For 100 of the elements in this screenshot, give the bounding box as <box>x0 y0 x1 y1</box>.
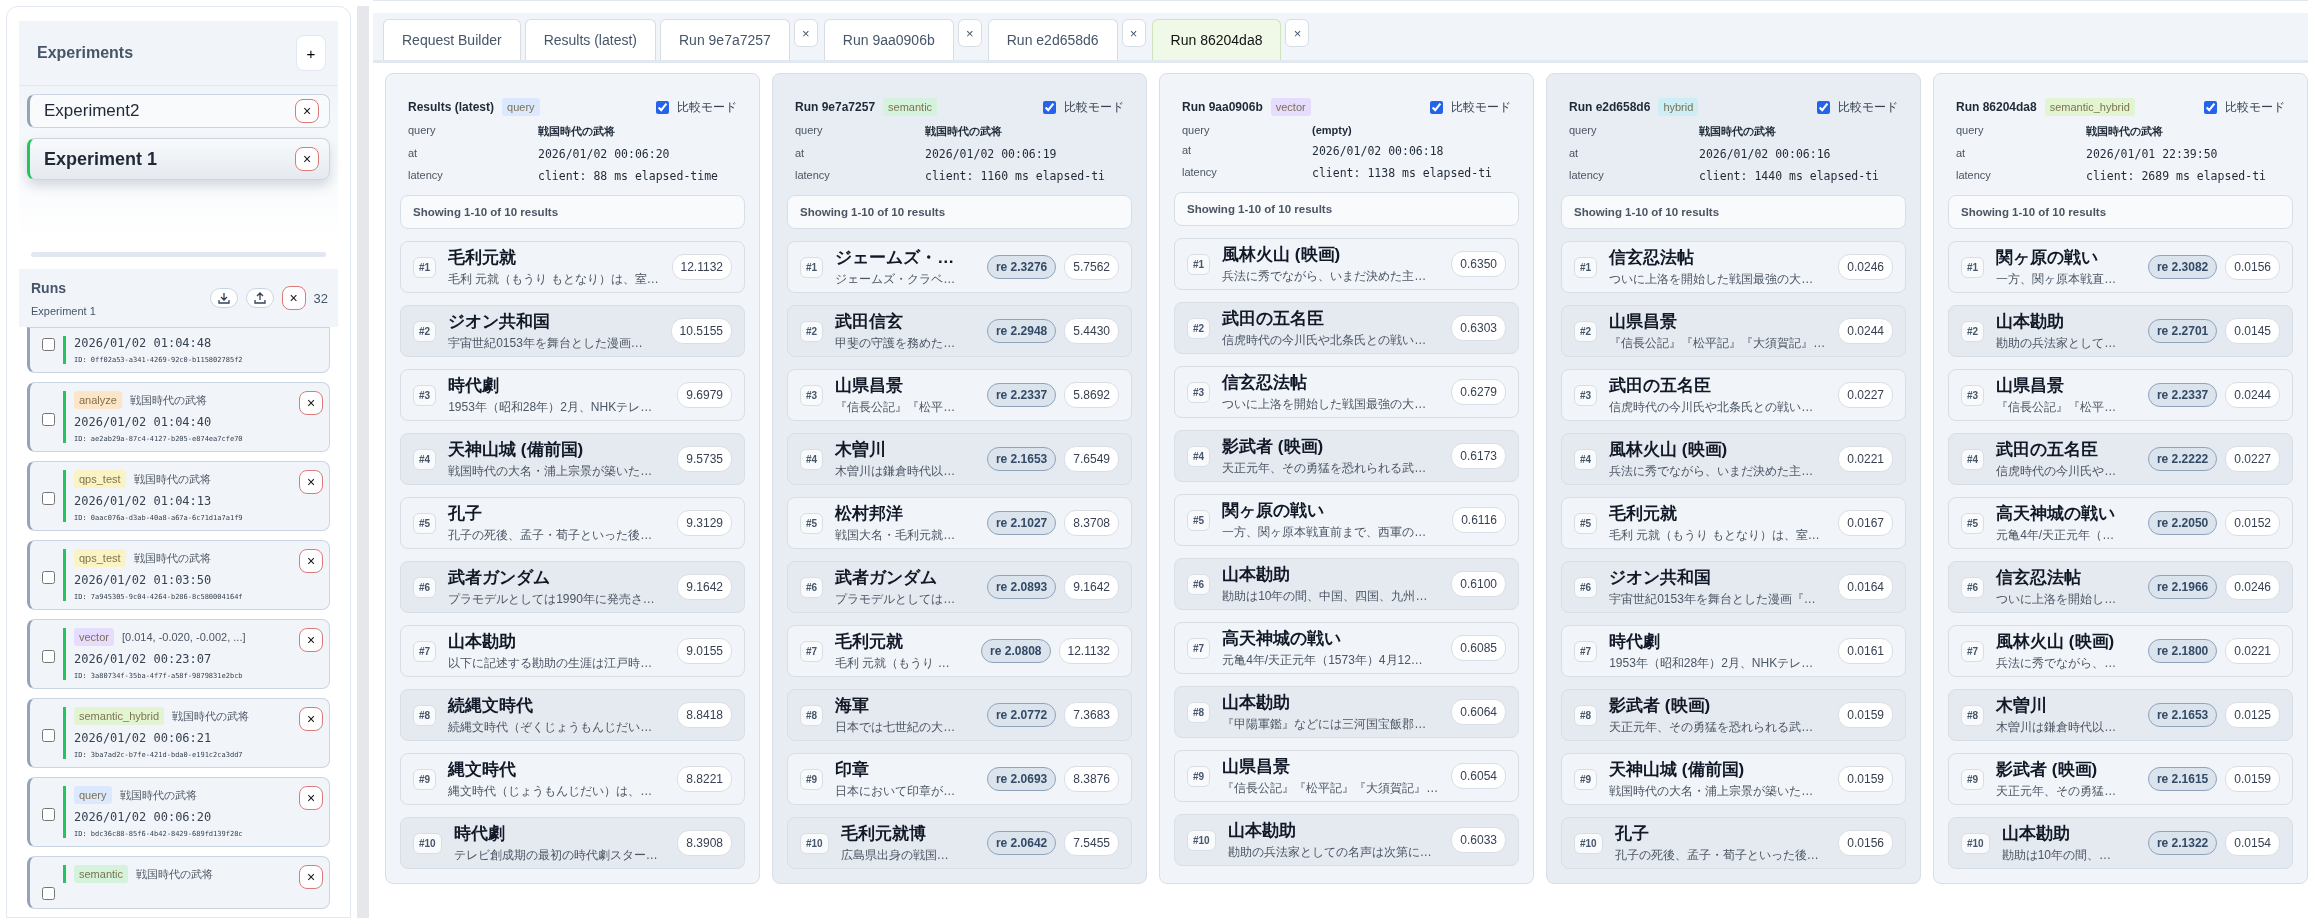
checkbox[interactable] <box>42 338 55 351</box>
result-row[interactable]: #7 高天神城の戦い 元亀4年/天正元年（1573年）4月12… 0.6085 <box>1174 622 1519 674</box>
checkbox[interactable] <box>42 808 55 821</box>
result-row[interactable]: #10 時代劇 テレビ創成期の最初の時代劇スター… 8.3908 <box>400 817 745 869</box>
result-row[interactable]: #7 毛利元就 毛利 元就（もうり … re 2.0808 12.1132 <box>787 625 1132 677</box>
checkbox[interactable] <box>42 413 55 426</box>
tab[interactable]: Run 9e7a7257 <box>660 19 790 60</box>
result-row[interactable]: #9 天神山城 (備前国) 戦国時代の大名・浦上宗景が築いた… 0.0159 <box>1561 753 1906 805</box>
result-snippet: 孔子の死後、孟子・荀子といった後… <box>448 527 654 544</box>
result-row[interactable]: #5 孔子 孔子の死後、孟子・荀子といった後… 9.3129 <box>400 497 745 549</box>
result-row[interactable]: #4 風林火山 (映画) 兵法に秀でながら、いまだ決めた主… 0.0221 <box>1561 433 1906 485</box>
result-row[interactable]: #6 ジオン共和国 宇宙世紀0153年を舞台とした漫画『… 0.0164 <box>1561 561 1906 613</box>
result-row[interactable]: #8 続縄文時代 続縄文時代（ぞくじょうもんじだい… 8.8418 <box>400 689 745 741</box>
result-row[interactable]: #7 山本勘助 以下に記述する勘助の生涯は江戸時… 9.0155 <box>400 625 745 677</box>
result-row[interactable]: #9 山県昌景 『信長公記』『松平記』『大須賀記』… 0.6054 <box>1174 750 1519 802</box>
close-button[interactable]: × <box>299 786 323 810</box>
search-type-tag: query <box>502 98 540 116</box>
field-value: 2026/01/02 00:06:18 <box>1312 144 1445 158</box>
result-row[interactable]: #3 山県昌景 『信長公記』『松平… re 2.2337 5.8692 <box>787 369 1132 421</box>
result-row[interactable]: #8 海軍 日本では七世紀の大… re 2.0772 7.3683 <box>787 689 1132 741</box>
checkbox[interactable] <box>42 729 55 742</box>
run-query: 戦国時代の武将 <box>172 708 250 724</box>
result-row[interactable]: #5 関ヶ原の戦い 一方、関ヶ原本戦直前まで、西軍の… 0.6116 <box>1174 494 1519 546</box>
tab[interactable]: Request Builder <box>383 19 521 60</box>
result-row[interactable]: #10 孔子 孔子の死後、孟子・荀子といった後… 0.0156 <box>1561 817 1906 869</box>
result-row[interactable]: #4 天神山城 (備前国) 戦国時代の大名・浦上宗景が築いた… 9.5735 <box>400 433 745 485</box>
tab[interactable]: Results (latest) <box>524 19 656 60</box>
checkbox[interactable] <box>42 650 55 663</box>
checkbox[interactable] <box>1043 100 1056 114</box>
result-row[interactable]: #3 武田の五名臣 信虎時代の今川氏や北条氏との戦い… 0.0227 <box>1561 369 1906 421</box>
result-row[interactable]: #4 武田の五名臣 信虎時代の今川氏や… re 2.2222 0.0227 <box>1948 433 2293 485</box>
tab[interactable]: Run 86204da8 <box>1151 19 1282 60</box>
run-card[interactable]: semantic 戦国時代の武将 × <box>27 856 330 909</box>
result-row[interactable]: #6 武者ガンダム プラモデルとしては… re 2.0893 9.1642 <box>787 561 1132 613</box>
checkbox[interactable] <box>656 100 669 114</box>
result-row[interactable]: #2 山本勘助 勘助の兵法家として… re 2.2701 0.0145 <box>1948 305 2293 357</box>
close-button[interactable]: × <box>299 628 323 652</box>
tab-close-button[interactable]: × <box>793 19 818 47</box>
close-button[interactable]: × <box>299 707 323 731</box>
result-row[interactable]: #1 風林火山 (映画) 兵法に秀でながら、いまだ決めた主… 0.6350 <box>1174 238 1519 290</box>
section-title: Experiments <box>37 44 134 62</box>
result-row[interactable]: #2 武田の五名臣 信虎時代の今川氏や北条氏との戦い… 0.6303 <box>1174 302 1519 354</box>
tab-close-button[interactable]: × <box>957 19 982 47</box>
upload-button[interactable] <box>245 288 274 308</box>
result-row[interactable]: #1 信玄忍法帖 ついに上洛を開始した戦国最強の大… 0.0246 <box>1561 241 1906 293</box>
result-row[interactable]: #2 ジオン共和国 宇宙世紀0153年を舞台とした漫画… 10.5155 <box>400 305 745 357</box>
close-button[interactable]: × <box>281 286 306 310</box>
result-row[interactable]: #1 毛利元就 毛利 元就（もうり もとなり）は、室… 12.1132 <box>400 241 745 293</box>
result-row[interactable]: #3 時代劇 1953年（昭和28年）2月、NHKテレ… 9.6979 <box>400 369 745 421</box>
result-row[interactable]: #1 ジェームズ・… ジェームズ・クラベ… re 2.3276 5.7562 <box>787 241 1132 293</box>
result-row[interactable]: #2 山県昌景 『信長公記』『松平記』『大須賀記』… 0.0244 <box>1561 305 1906 357</box>
result-row[interactable]: #4 木曽川 木曽川は鎌倉時代以… re 2.1653 7.6549 <box>787 433 1132 485</box>
result-row[interactable]: #8 木曽川 木曽川は鎌倉時代以… re 2.1653 0.0125 <box>1948 689 2293 741</box>
result-row[interactable]: #4 影武者 (映画) 天正元年、その勇猛を恐れられる武… 0.6173 <box>1174 430 1519 482</box>
result-snippet: 以下に記述する勘助の生涯は江戸時… <box>448 655 654 672</box>
result-snippet: 日本では七世紀の大… <box>835 719 957 736</box>
checkbox[interactable] <box>42 571 55 584</box>
download-button[interactable] <box>209 288 238 308</box>
result-row[interactable]: #5 高天神城の戦い 元亀4年/天正元年（… re 2.2050 0.0152 <box>1948 497 2293 549</box>
result-row[interactable]: #5 松村邦洋 戦国大名・毛利元就… re 2.1027 8.3708 <box>787 497 1132 549</box>
experiment-item[interactable]: Experiment 1 × <box>27 138 330 180</box>
result-row[interactable]: #6 山本勘助 勘助は10年の間、中国、四国、九州… 0.6100 <box>1174 558 1519 610</box>
result-snippet: 1953年（昭和28年）2月、NHKテレ… <box>448 399 654 416</box>
tab[interactable]: Run e2d658d6 <box>987 19 1118 60</box>
checkbox[interactable] <box>42 887 55 900</box>
close-button[interactable]: × <box>299 470 323 494</box>
result-row[interactable]: #6 信玄忍法帖 ついに上洛を開始し… re 2.1966 0.0246 <box>1948 561 2293 613</box>
close-button[interactable]: × <box>299 865 323 889</box>
add-button[interactable]: + <box>296 35 326 71</box>
scrollbar[interactable] <box>357 6 369 918</box>
result-row[interactable]: #10 毛利元就博 広島県出身の戦国… re 2.0642 7.5455 <box>787 817 1132 869</box>
result-row[interactable]: #8 山本勘助 『甲陽軍鑑』などには三河国宝飯郡… 0.6064 <box>1174 686 1519 738</box>
close-button[interactable]: × <box>299 391 323 415</box>
tab-close-button[interactable]: × <box>1285 19 1310 47</box>
checkbox[interactable] <box>1430 100 1443 114</box>
result-row[interactable]: #3 山県昌景 『信長公記』『松平… re 2.2337 0.0244 <box>1948 369 2293 421</box>
checkbox[interactable] <box>2204 100 2217 114</box>
tab-close-button[interactable]: × <box>1121 19 1146 47</box>
rerank-score: re 2.2948 <box>986 319 1057 343</box>
result-row[interactable]: #8 影武者 (映画) 天正元年、その勇猛を恐れられる武… 0.0159 <box>1561 689 1906 741</box>
tab[interactable]: Run 9aa0906b <box>823 19 954 60</box>
result-row[interactable]: #2 武田信玄 甲斐の守護を務めた… re 2.2948 5.4430 <box>787 305 1132 357</box>
close-button[interactable]: × <box>295 147 319 171</box>
result-row[interactable]: #5 毛利元就 毛利 元就（もうり もとなり）は、室… 0.0167 <box>1561 497 1906 549</box>
close-button[interactable]: × <box>295 99 319 123</box>
close-button[interactable]: × <box>299 549 323 573</box>
result-row[interactable]: #7 風林火山 (映画) 兵法に秀でながら、… re 2.1800 0.0221 <box>1948 625 2293 677</box>
result-row[interactable]: #3 信玄忍法帖 ついに上洛を開始した戦国最強の大… 0.6279 <box>1174 366 1519 418</box>
checkbox[interactable] <box>42 492 55 505</box>
score: 12.1132 <box>671 254 732 280</box>
result-row[interactable]: #10 山本勘助 勘助の兵法家としての名声は次第に… 0.6033 <box>1174 814 1519 866</box>
result-row[interactable]: #6 武者ガンダム プラモデルとしては1990年に発売さ… 9.1642 <box>400 561 745 613</box>
experiment-item[interactable]: Experiment2 × <box>27 94 330 128</box>
result-row[interactable]: #7 時代劇 1953年（昭和28年）2月、NHKテレ… 0.0161 <box>1561 625 1906 677</box>
checkbox[interactable] <box>1817 100 1830 114</box>
result-row[interactable]: #9 縄文時代 縄文時代（じょうもんじだい）は、… 8.8221 <box>400 753 745 805</box>
result-row[interactable]: #10 山本勘助 勘助は10年の間、… re 2.1322 0.0154 <box>1948 817 2293 869</box>
result-row[interactable]: #9 影武者 (映画) 天正元年、その勇猛… re 2.1615 0.0159 <box>1948 753 2293 805</box>
result-row[interactable]: #9 印章 日本において印章が… re 2.0693 8.3876 <box>787 753 1132 805</box>
result-row[interactable]: #1 関ヶ原の戦い 一方、関ヶ原本戦直… re 2.3082 0.0156 <box>1948 241 2293 293</box>
